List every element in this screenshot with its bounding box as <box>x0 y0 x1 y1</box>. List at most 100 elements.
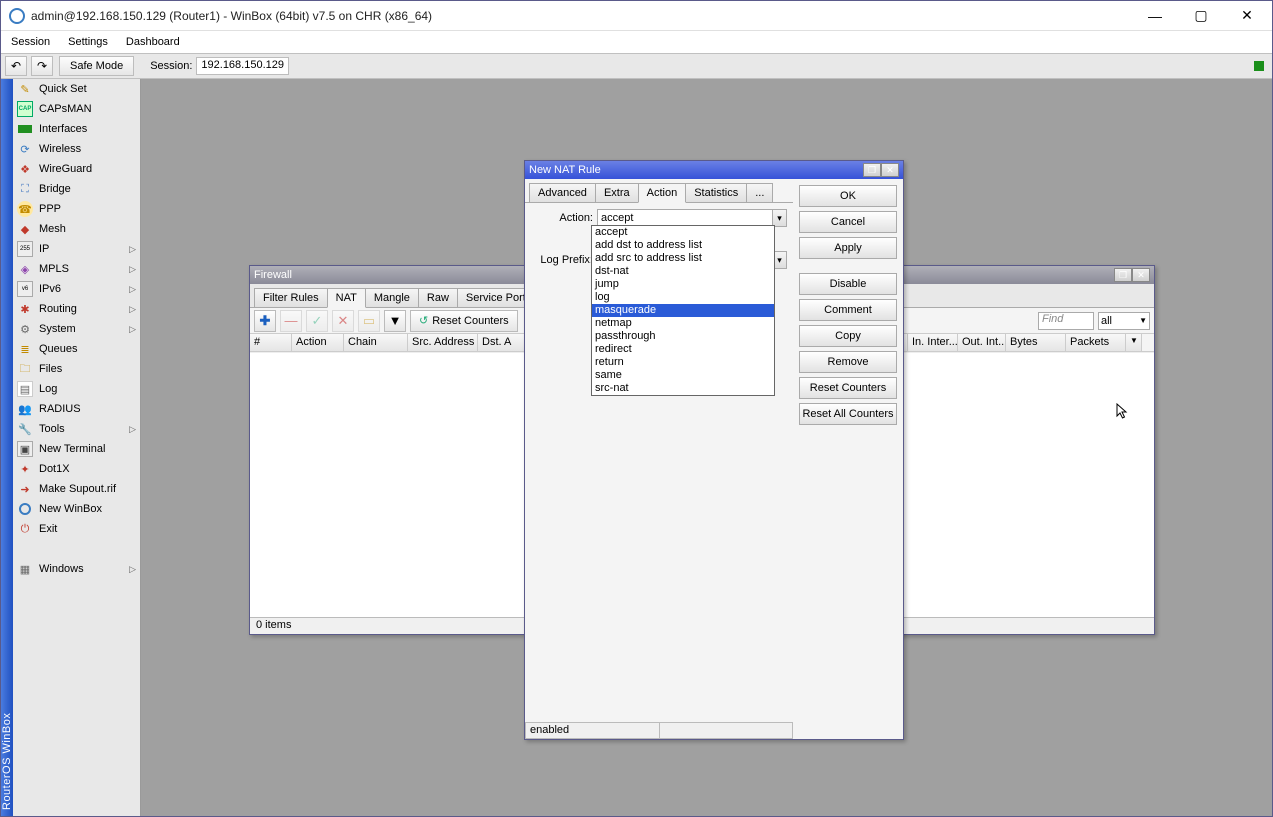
col-packets[interactable]: Packets <box>1066 334 1126 351</box>
comment-button[interactable]: ▭ <box>358 310 380 332</box>
remove-button[interactable]: Remove <box>799 351 897 373</box>
reset-all-counters-button[interactable]: Reset All Counters <box>799 403 897 425</box>
dd-masquerade[interactable]: masquerade <box>592 304 774 317</box>
dd-redirect[interactable]: redirect <box>592 343 774 356</box>
nat-title: New NAT Rule <box>529 164 601 176</box>
action-combo-button[interactable]: ▾ <box>773 209 787 227</box>
sidebar-item-wireguard[interactable]: ❖WireGuard <box>13 159 140 179</box>
dd-same[interactable]: same <box>592 369 774 382</box>
dd-jump[interactable]: jump <box>592 278 774 291</box>
ppp-icon: ☎ <box>17 201 33 217</box>
logprefix-expand-button[interactable]: ▾ <box>773 251 787 269</box>
sidebar-item-interfaces[interactable]: Interfaces <box>13 119 140 139</box>
sidebar-item-newwinbox[interactable]: New WinBox <box>13 499 140 519</box>
chevron-down-icon: ▼ <box>1139 316 1147 325</box>
sidebar-item-ppp[interactable]: ☎PPP <box>13 199 140 219</box>
dd-netmap[interactable]: netmap <box>592 317 774 330</box>
comment-button[interactable]: Comment <box>799 299 897 321</box>
dd-add-dst[interactable]: add dst to address list <box>592 239 774 252</box>
reset-counters-button[interactable]: Reset Counters <box>799 377 897 399</box>
col-more-button[interactable]: ▼ <box>1126 334 1142 351</box>
dd-src-nat[interactable]: src-nat <box>592 382 774 395</box>
sidebar-item-files[interactable]: 🗀Files <box>13 359 140 379</box>
enable-button[interactable]: ✓ <box>306 310 328 332</box>
minimize-button[interactable]: — <box>1132 1 1178 31</box>
tab-mangle[interactable]: Mangle <box>365 288 419 307</box>
nat-close-button[interactable]: ✕ <box>881 163 899 177</box>
tab-nat[interactable]: NAT <box>327 288 366 308</box>
col-chain[interactable]: Chain <box>344 334 408 351</box>
reset-counters-button[interactable]: ↺Reset Counters <box>410 310 518 332</box>
sidebar-item-mesh[interactable]: ◆Mesh <box>13 219 140 239</box>
disable-button[interactable]: Disable <box>799 273 897 295</box>
dd-return[interactable]: return <box>592 356 774 369</box>
dd-log[interactable]: log <box>592 291 774 304</box>
winbox-icon <box>17 501 33 517</box>
menu-dashboard[interactable]: Dashboard <box>126 36 180 48</box>
add-button[interactable]: ✚ <box>254 310 276 332</box>
sidebar-item-ip[interactable]: 255IP▷ <box>13 239 140 259</box>
close-button[interactable]: ✕ <box>1224 1 1270 31</box>
sidebar-item-dot1x[interactable]: ✦Dot1X <box>13 459 140 479</box>
tab-raw[interactable]: Raw <box>418 288 458 307</box>
files-icon: 🗀 <box>17 361 33 377</box>
sidebar-item-ipv6[interactable]: v6IPv6▷ <box>13 279 140 299</box>
col-outint[interactable]: Out. Int... <box>958 334 1006 351</box>
firewall-close-button[interactable]: ✕ <box>1132 268 1150 282</box>
tab-action[interactable]: Action <box>638 183 687 203</box>
sidebar-item-bridge[interactable]: ⛶Bridge <box>13 179 140 199</box>
col-bytes[interactable]: Bytes <box>1006 334 1066 351</box>
remove-button[interactable]: — <box>280 310 302 332</box>
dd-dst-nat[interactable]: dst-nat <box>592 265 774 278</box>
sidebar-item-routing[interactable]: ✱Routing▷ <box>13 299 140 319</box>
sidebar-item-wireless[interactable]: ⟳Wireless <box>13 139 140 159</box>
disable-button[interactable]: ✕ <box>332 310 354 332</box>
vertical-tab[interactable]: RouterOS WinBox <box>1 79 13 816</box>
copy-button[interactable]: Copy <box>799 325 897 347</box>
find-input[interactable]: Find <box>1038 312 1094 330</box>
find-filter-select[interactable]: all▼ <box>1098 312 1150 330</box>
terminal-icon: ▣ <box>17 441 33 457</box>
cancel-button[interactable]: Cancel <box>799 211 897 233</box>
sidebar-item-supout[interactable]: ➜Make Supout.rif <box>13 479 140 499</box>
col-action[interactable]: Action <box>292 334 344 351</box>
menu-session[interactable]: Session <box>11 36 50 48</box>
tab-more[interactable]: ... <box>746 183 773 202</box>
submenu-arrow-icon: ▷ <box>129 244 136 255</box>
sidebar-item-quickset[interactable]: ✎Quick Set <box>13 79 140 99</box>
nat-restore-button[interactable]: ❐ <box>863 163 881 177</box>
nat-titlebar[interactable]: New NAT Rule ❐ ✕ <box>525 161 903 179</box>
tab-filter-rules[interactable]: Filter Rules <box>254 288 328 307</box>
undo-button[interactable]: ↶ <box>5 56 27 76</box>
menu-settings[interactable]: Settings <box>68 36 108 48</box>
sidebar-item-windows[interactable]: ▦Windows▷ <box>13 559 140 579</box>
sidebar-item-mpls[interactable]: ◈MPLS▷ <box>13 259 140 279</box>
firewall-restore-button[interactable]: ❐ <box>1114 268 1132 282</box>
sidebar-item-tools[interactable]: 🔧Tools▷ <box>13 419 140 439</box>
dd-accept[interactable]: accept <box>592 226 774 239</box>
filter-button[interactable]: ▼ <box>384 310 406 332</box>
sidebar-item-radius[interactable]: 👥RADIUS <box>13 399 140 419</box>
sidebar-item-log[interactable]: ▤Log <box>13 379 140 399</box>
session-label: Session: <box>150 60 192 72</box>
tab-extra[interactable]: Extra <box>595 183 639 202</box>
dd-add-src[interactable]: add src to address list <box>592 252 774 265</box>
redo-button[interactable]: ↷ <box>31 56 53 76</box>
ok-button[interactable]: OK <box>799 185 897 207</box>
submenu-arrow-icon: ▷ <box>129 424 136 435</box>
sidebar-item-newterm[interactable]: ▣New Terminal <box>13 439 140 459</box>
col-ininter[interactable]: In. Inter... <box>908 334 958 351</box>
tab-advanced[interactable]: Advanced <box>529 183 596 202</box>
safe-mode-button[interactable]: Safe Mode <box>59 56 134 76</box>
sidebar-item-exit[interactable]: ⏻Exit <box>13 519 140 539</box>
dd-passthrough[interactable]: passthrough <box>592 330 774 343</box>
sidebar-item-capsman[interactable]: CAPCAPsMAN <box>13 99 140 119</box>
tab-statistics[interactable]: Statistics <box>685 183 747 202</box>
col-src[interactable]: Src. Address <box>408 334 478 351</box>
apply-button[interactable]: Apply <box>799 237 897 259</box>
sidebar-item-system[interactable]: ⚙System▷ <box>13 319 140 339</box>
sidebar-item-queues[interactable]: ≣Queues <box>13 339 140 359</box>
col-num[interactable]: # <box>250 334 292 351</box>
connection-status-icon <box>1254 61 1264 71</box>
maximize-button[interactable]: ▢ <box>1178 1 1224 31</box>
